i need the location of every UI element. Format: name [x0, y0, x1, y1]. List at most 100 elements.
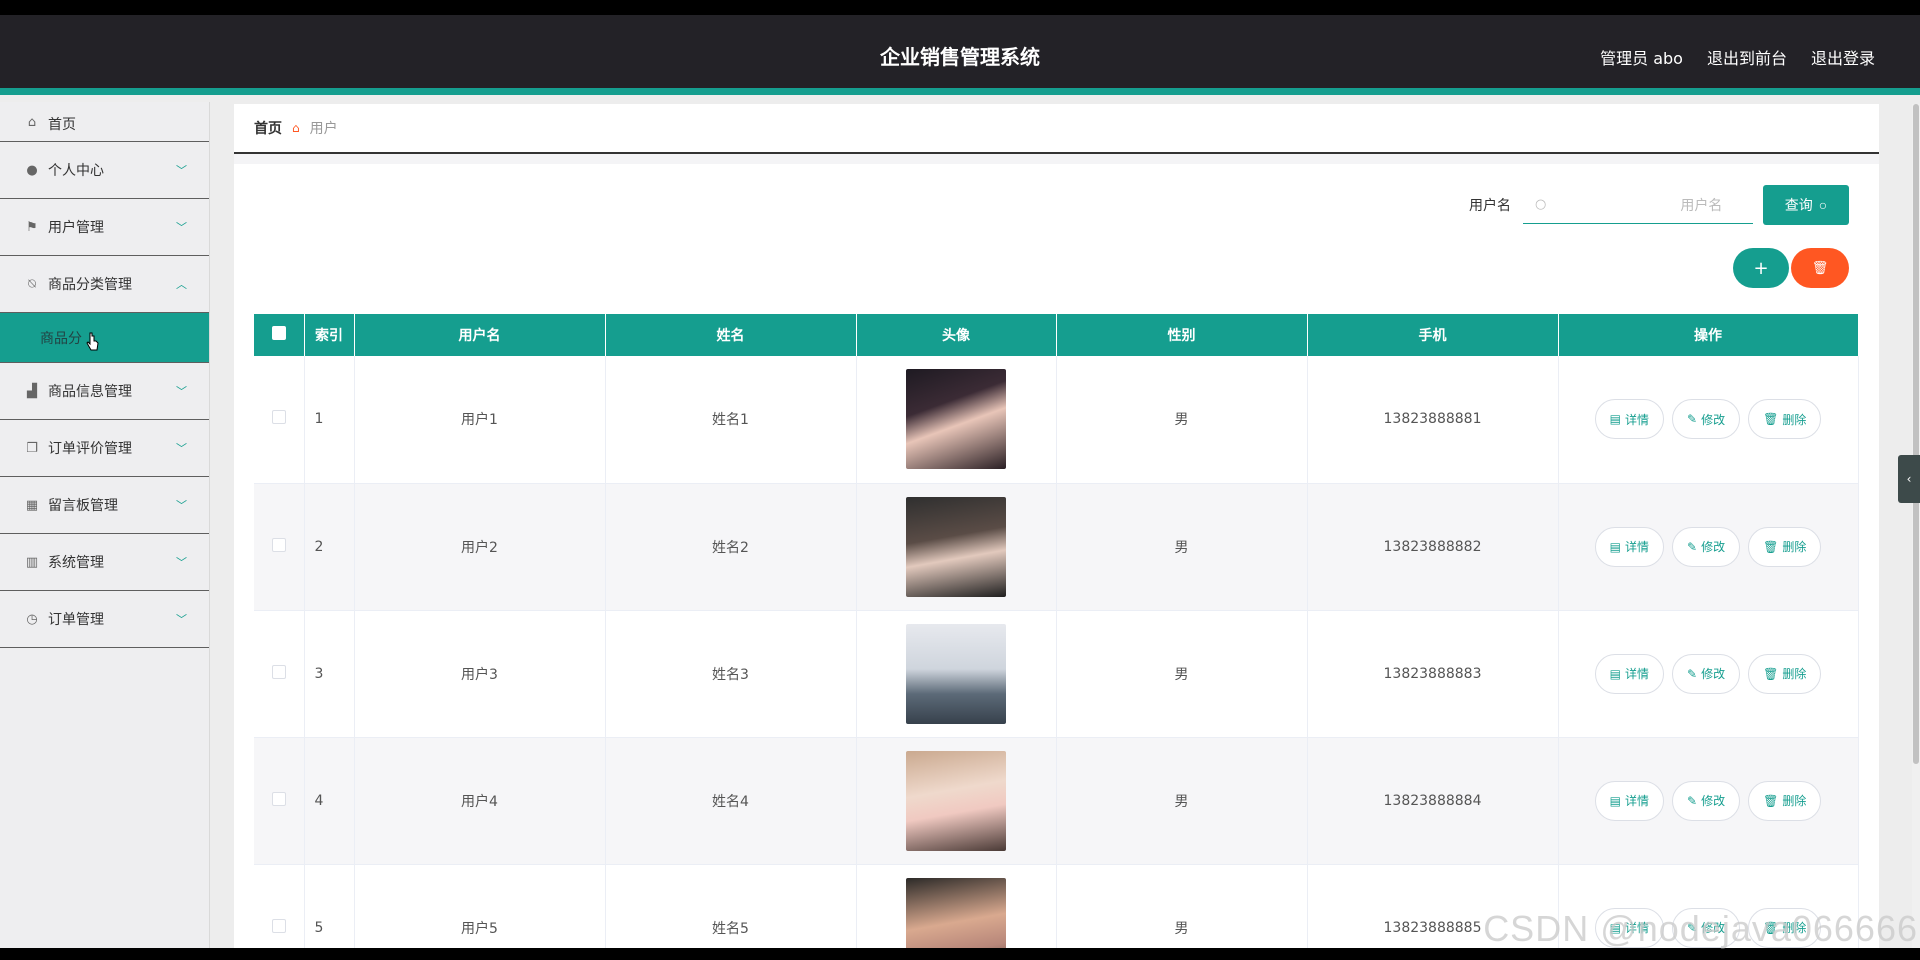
content-panel: 用户名 ○ 查询 ○ + 🗑 — [234, 164, 1879, 960]
trash-icon: 🗑 — [1763, 412, 1779, 427]
sidebar-item-system[interactable]: ▥ 系统管理 ﹀ — [0, 534, 209, 591]
chevron-left-icon: ‹ — [1906, 472, 1912, 486]
user-table: 索引 用户名 姓名 头像 性别 手机 操作 1 用户1 姓名1 男 138238… — [254, 314, 1859, 960]
chevron-down-icon: ﹀ — [176, 221, 187, 234]
sidebar-item-home[interactable]: ⌂ 首页 — [0, 102, 209, 142]
collapse-panel-button[interactable]: ‹ — [1898, 455, 1920, 503]
exit-front-link[interactable]: 退出到前台 — [1707, 45, 1787, 69]
edit-button[interactable]: ✎ 修改 — [1672, 526, 1741, 567]
sidebar-subitem-label: 商品分 — [40, 330, 82, 347]
sidebar-item-label: 订单评价管理 — [48, 441, 132, 457]
bell-off-icon: ⍉ — [28, 276, 36, 292]
query-button-label: 查询 — [1784, 197, 1813, 213]
batch-delete-button[interactable]: 🗑 — [1791, 248, 1849, 288]
row-index: 2 — [304, 483, 355, 611]
detail-button[interactable]: ▤ 详情 — [1594, 526, 1665, 567]
doc-icon: ▤ — [1609, 412, 1621, 427]
detail-label: 详情 — [1625, 667, 1650, 681]
copy-icon: ❐ — [26, 440, 38, 456]
select-all-cell[interactable] — [254, 314, 305, 356]
sidebar-item-label: 用户管理 — [48, 220, 104, 236]
edit-button[interactable]: ✎ 修改 — [1672, 780, 1741, 821]
row-gender: 男 — [1056, 864, 1308, 960]
avatar — [906, 623, 1006, 724]
sidebar-item-order-management[interactable]: ◷ 订单管理 ﹀ — [0, 591, 209, 648]
sidebar-item-label: 个人中心 — [48, 163, 104, 179]
detail-label: 详情 — [1625, 412, 1650, 427]
detail-button[interactable]: ▤ 详情 — [1594, 399, 1665, 440]
header: 企业销售管理系统 管理员 abo 退出到前台 退出登录 — [0, 15, 1920, 95]
plus-icon: + — [1753, 257, 1769, 279]
row-username: 用户3 — [354, 610, 606, 738]
column-header: 操作 — [1558, 314, 1859, 356]
sidebar-item-label: 订单管理 — [48, 612, 104, 628]
avatar — [906, 369, 1006, 470]
top-black-bar — [0, 0, 1920, 15]
avatar — [906, 496, 1006, 597]
app-window: 企业销售管理系统 管理员 abo 退出到前台 退出登录 ⌂ 首页 ● 个人中心 … — [0, 0, 1920, 960]
sidebar-subitem-category[interactable]: 商品分 — [0, 313, 209, 363]
table-row: 3 用户3 姓名3 男 13823888883 ▤ 详情 ✎ 修改 🗑 删除 — [254, 610, 1859, 738]
row-name: 姓名5 — [605, 864, 857, 960]
edit-button[interactable]: ✎ 修改 — [1672, 399, 1741, 440]
column-header: 用户名 — [354, 314, 606, 356]
detail-button[interactable]: ▤ 详情 — [1594, 780, 1665, 821]
home-icon: ⌂ — [292, 121, 300, 135]
sidebar-item-user-management[interactable]: ⚑ 用户管理 ﹀ — [0, 199, 209, 256]
delete-button[interactable]: 🗑 删除 — [1748, 653, 1822, 694]
row-index: 3 — [304, 610, 355, 738]
row-gender: 男 — [1056, 610, 1308, 738]
row-checkbox[interactable] — [271, 918, 286, 933]
edit-button[interactable]: ✎ 修改 — [1672, 653, 1741, 694]
add-button[interactable]: + — [1733, 248, 1789, 288]
row-checkbox[interactable] — [271, 537, 286, 552]
edit-label: 修改 — [1701, 667, 1726, 681]
sidebar-item-message-board[interactable]: ▦ 留言板管理 ﹀ — [0, 477, 209, 534]
delete-label: 删除 — [1782, 667, 1807, 681]
sidebar-item-product-info[interactable]: ▟ 商品信息管理 ﹀ — [0, 363, 209, 420]
row-name: 姓名2 — [605, 483, 857, 611]
table-row: 2 用户2 姓名2 男 13823888882 ▤ 详情 ✎ 修改 🗑 删除 — [254, 483, 1859, 611]
row-gender: 男 — [1056, 737, 1308, 865]
detail-label: 详情 — [1625, 540, 1650, 554]
detail-label: 详情 — [1625, 794, 1650, 808]
query-button[interactable]: 查询 ○ — [1763, 185, 1849, 225]
home-icon: ⌂ — [27, 114, 37, 130]
chevron-down-icon: ﹀ — [176, 613, 187, 626]
sidebar-item-label: 系统管理 — [48, 555, 104, 571]
delete-button[interactable]: 🗑 删除 — [1748, 780, 1822, 821]
search-input[interactable] — [1552, 196, 1733, 213]
row-phone: 13823888882 — [1307, 483, 1559, 611]
pencil-icon: ✎ — [1687, 412, 1698, 427]
sidebar-item-order-review[interactable]: ❐ 订单评价管理 ﹀ — [0, 420, 209, 477]
edit-label: 修改 — [1701, 540, 1726, 554]
search-icon: ○ — [1535, 197, 1547, 212]
doc-icon: ▤ — [1609, 539, 1621, 554]
row-phone: 13823888883 — [1307, 610, 1559, 738]
breadcrumb-home[interactable]: 首页 — [254, 118, 282, 138]
delete-button[interactable]: 🗑 删除 — [1748, 399, 1822, 440]
delete-button[interactable]: 🗑 删除 — [1748, 526, 1822, 567]
select-all-checkbox[interactable] — [271, 326, 286, 340]
sidebar-item-label: 首页 — [48, 117, 76, 133]
search-label: 用户名 — [1469, 198, 1511, 214]
row-checkbox[interactable] — [271, 791, 286, 806]
scrollbar-thumb[interactable] — [1913, 104, 1919, 764]
logout-link[interactable]: 退出登录 — [1811, 45, 1875, 69]
row-checkbox[interactable] — [271, 410, 286, 425]
trash-icon: 🗑 — [1811, 260, 1829, 276]
row-name: 姓名1 — [605, 356, 857, 484]
chevron-down-icon: ﹀ — [176, 499, 187, 512]
compass-icon: ◷ — [26, 611, 38, 627]
sidebar-item-personal-center[interactable]: ● 个人中心 ﹀ — [0, 142, 209, 199]
watermark: CSDN @nodejava066666 — [1483, 908, 1918, 949]
doc-icon: ▤ — [1609, 666, 1621, 681]
chevron-down-icon: ﹀ — [176, 442, 187, 455]
flag-icon: ⚑ — [26, 219, 38, 235]
sidebar-item-category-management[interactable]: ⍉ 商品分类管理 ︿ — [0, 256, 209, 313]
table-header-row: 索引 用户名 姓名 头像 性别 手机 操作 — [254, 314, 1859, 356]
admin-label[interactable]: 管理员 abo — [1600, 45, 1683, 69]
row-checkbox[interactable] — [271, 664, 286, 679]
detail-button[interactable]: ▤ 详情 — [1594, 653, 1665, 694]
mouse-cursor-icon — [86, 332, 99, 351]
